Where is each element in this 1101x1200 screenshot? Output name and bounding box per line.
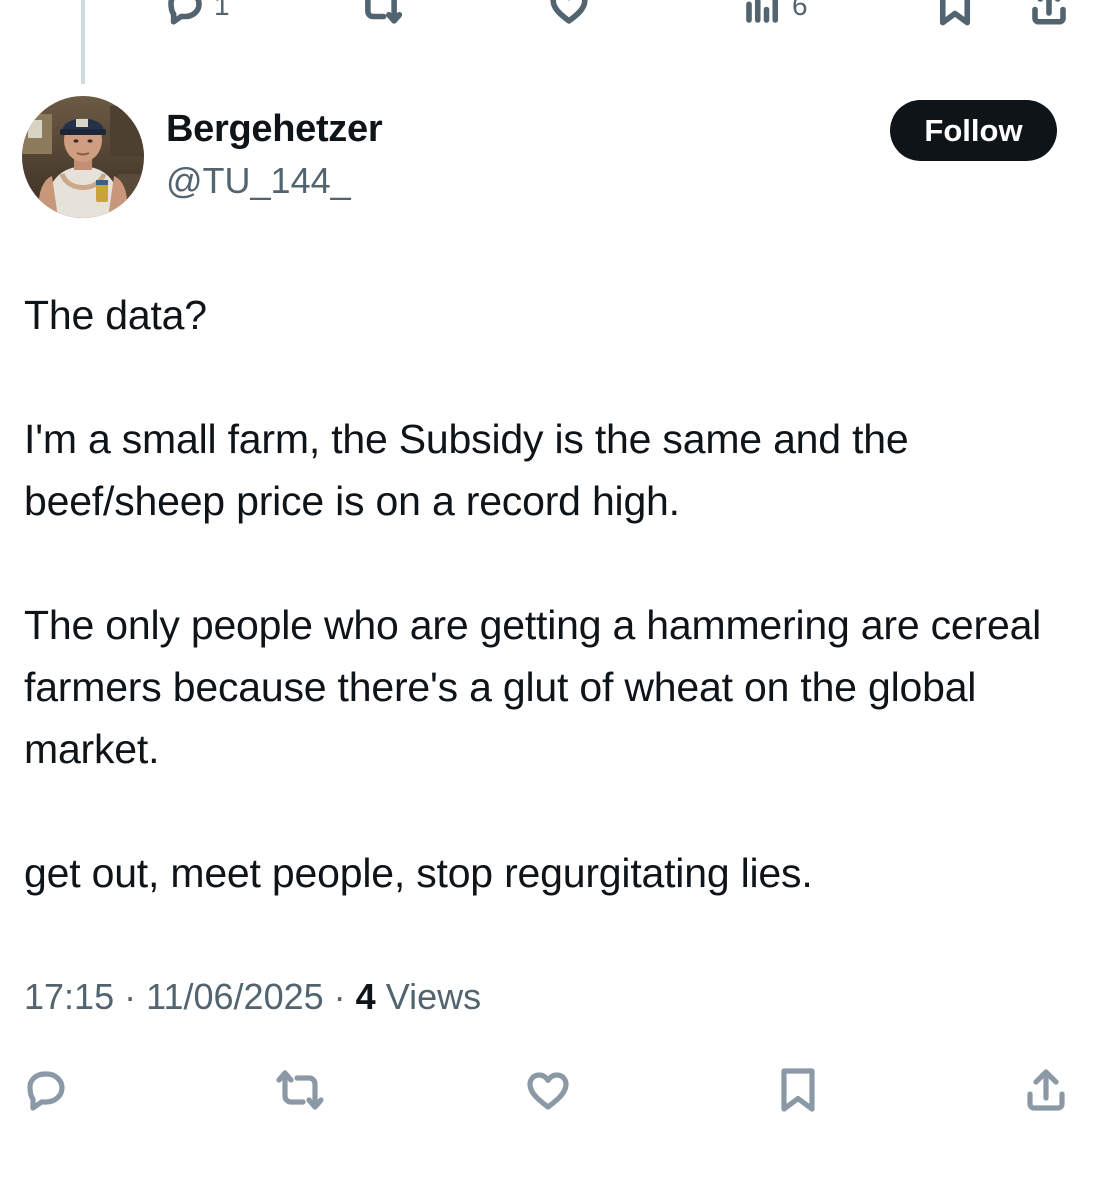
previous-retweet-button[interactable]: [360, 0, 402, 26]
meta-separator: ·: [333, 976, 346, 1017]
author-name[interactable]: Bergehetzer: [166, 108, 383, 151]
views-count[interactable]: 4: [356, 976, 376, 1017]
tweet-paragraph: I'm a small farm, the Subsidy is the sam…: [24, 416, 909, 524]
tweet-paragraph: get out, meet people, stop regurgitating…: [24, 850, 813, 896]
tweet-meta: 17:15 · 11/06/2025 · 4 Views: [24, 976, 481, 1018]
previous-views-count: 6: [792, 0, 808, 21]
heart-icon: [550, 0, 588, 24]
previous-tweet-action-bar: 1 6: [0, 0, 1101, 40]
follow-button[interactable]: Follow: [890, 100, 1057, 161]
share-icon[interactable]: [1022, 1066, 1070, 1114]
tweet-text: The data? I'm a small farm, the Subsidy …: [24, 284, 1074, 966]
tweet-date[interactable]: 11/06/2025: [146, 976, 324, 1017]
bookmark-icon[interactable]: [774, 1066, 822, 1114]
previous-share-button[interactable]: [1028, 0, 1070, 26]
author-handle[interactable]: @TU_144_: [166, 160, 351, 202]
analytics-icon: [746, 0, 779, 23]
tweet-time[interactable]: 17:15: [24, 976, 114, 1017]
retweet-icon[interactable]: [276, 1066, 324, 1114]
previous-like-button[interactable]: [548, 0, 590, 26]
previous-views[interactable]: 6: [742, 0, 808, 26]
previous-bookmark-button[interactable]: [934, 0, 976, 26]
meta-separator: ·: [124, 976, 137, 1017]
previous-reply-button[interactable]: 1: [164, 0, 230, 26]
reply-icon: [168, 0, 202, 25]
avatar[interactable]: [22, 96, 144, 218]
heart-icon[interactable]: [524, 1066, 572, 1114]
thread-connector-line: [81, 0, 85, 84]
bookmark-icon: [939, 0, 971, 26]
avatar-image: [22, 96, 144, 218]
retweet-icon: [362, 0, 402, 24]
tweet-paragraph: The data?: [24, 292, 207, 338]
tweet-paragraph: The only people who are getting a hammer…: [24, 602, 1042, 772]
views-label[interactable]: Views: [386, 976, 481, 1017]
share-icon: [1032, 0, 1066, 25]
previous-reply-count: 1: [214, 0, 230, 21]
reply-icon[interactable]: [22, 1066, 70, 1114]
